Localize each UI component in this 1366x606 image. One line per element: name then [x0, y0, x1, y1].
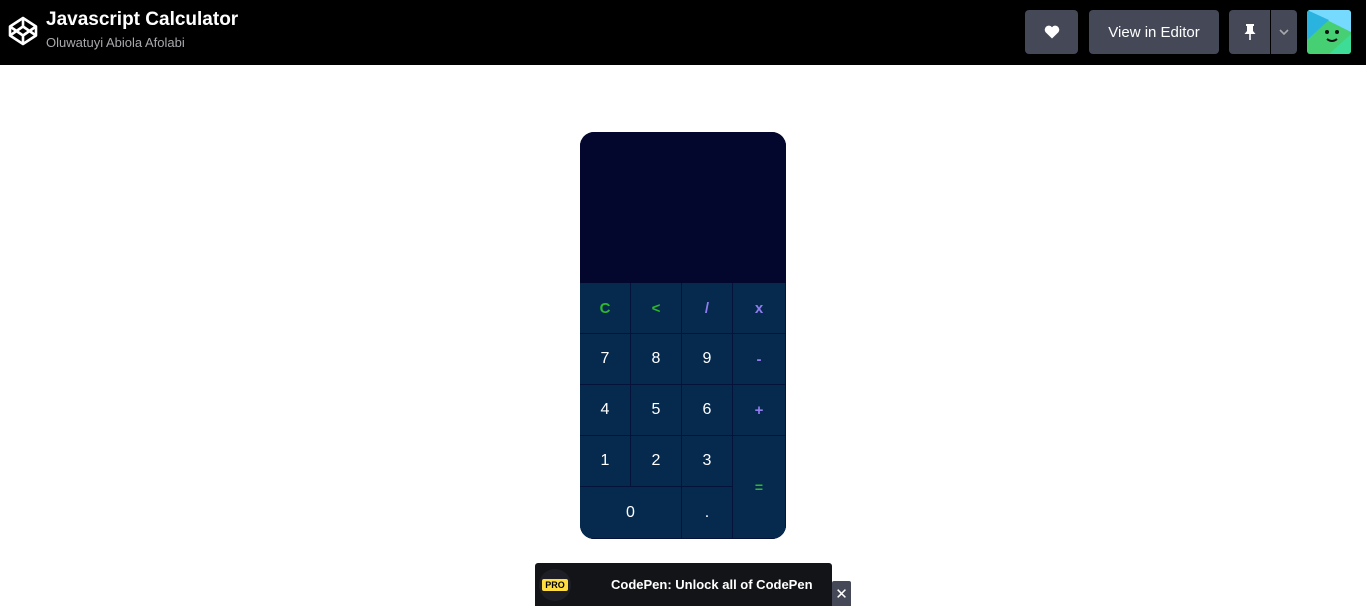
backspace-key[interactable]: <	[631, 283, 682, 334]
digit-6-key[interactable]: 6	[682, 385, 733, 436]
top-bar: Javascript Calculator Oluwatuyi Abiola A…	[0, 0, 1366, 65]
pin-dropdown-button[interactable]	[1271, 10, 1297, 54]
avatar[interactable]	[1307, 10, 1351, 54]
promo-text[interactable]: CodePen: Unlock all of CodePen	[611, 577, 813, 592]
digit-5-key[interactable]: 5	[631, 385, 682, 436]
clear-key[interactable]: C	[580, 283, 631, 334]
close-icon[interactable]: ✕	[832, 581, 851, 606]
calculator-keypad: C < / x 7 8 9 - 4 5 6 + 1 2 3 = 0 .	[580, 283, 786, 539]
pro-promo-bar[interactable]: PRO CodePen: Unlock all of CodePen	[535, 563, 832, 606]
digit-7-key[interactable]: 7	[580, 334, 631, 385]
pin-button[interactable]	[1229, 10, 1270, 54]
multiply-key[interactable]: x	[733, 283, 786, 334]
chevron-down-icon	[1279, 29, 1289, 35]
pen-title[interactable]: Javascript Calculator	[46, 9, 238, 31]
minus-key[interactable]: -	[733, 334, 786, 385]
divide-key[interactable]: /	[682, 283, 733, 334]
calculator: C < / x 7 8 9 - 4 5 6 + 1 2 3 = 0 .	[580, 132, 786, 539]
heart-icon	[1044, 25, 1059, 39]
digit-8-key[interactable]: 8	[631, 334, 682, 385]
digit-1-key[interactable]: 1	[580, 436, 631, 487]
avatar-image	[1307, 10, 1351, 54]
digit-2-key[interactable]: 2	[631, 436, 682, 487]
plus-key[interactable]: +	[733, 385, 786, 436]
digit-3-key[interactable]: 3	[682, 436, 733, 487]
pro-badge-icon: PRO	[539, 569, 571, 601]
digit-9-key[interactable]: 9	[682, 334, 733, 385]
view-in-editor-button[interactable]: View in Editor	[1089, 10, 1219, 54]
pen-author[interactable]: Oluwatuyi Abiola Afolabi	[46, 35, 185, 50]
equals-key[interactable]: =	[733, 436, 786, 539]
codepen-logo-icon[interactable]	[7, 15, 39, 47]
digit-4-key[interactable]: 4	[580, 385, 631, 436]
decimal-key[interactable]: .	[682, 487, 733, 539]
like-button[interactable]	[1025, 10, 1078, 54]
calculator-display	[580, 132, 786, 283]
digit-0-key[interactable]: 0	[580, 487, 682, 539]
pro-badge-label: PRO	[542, 579, 568, 591]
pin-icon	[1244, 24, 1255, 40]
